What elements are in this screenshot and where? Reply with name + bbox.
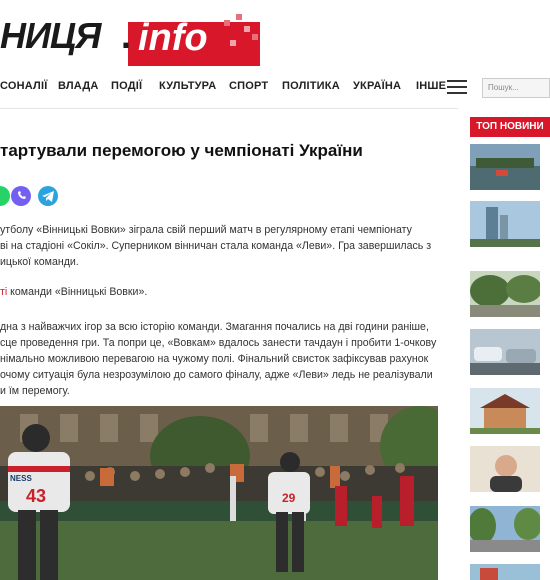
logo-pixel: [244, 26, 250, 32]
nav-item-vlada[interactable]: ВЛАДА: [58, 80, 99, 92]
search-input[interactable]: Пошук...: [482, 78, 550, 98]
news-thumb-portrait[interactable]: [470, 446, 540, 492]
logo-text: НИЦЯ: [0, 15, 101, 56]
paragraph-text: команди «Вінницькі Вовки».: [7, 286, 148, 298]
logo-pixel: [230, 40, 236, 46]
paragraph-line: сце проведення гри. Та попри це, «Вовкам…: [0, 337, 437, 349]
paragraph-line: утболу «Вінницькі Вовки» зіграла свій пе…: [0, 224, 412, 236]
nav-item-polityka[interactable]: ПОЛІТИКА: [282, 80, 340, 92]
news-thumb-river[interactable]: [470, 144, 540, 190]
nav-item-kultura[interactable]: КУЛЬТУРА: [159, 80, 216, 92]
jersey-number-left: 43: [26, 486, 46, 506]
news-thumb-house[interactable]: [470, 388, 540, 434]
menu-icon[interactable]: [447, 80, 467, 95]
logo-info-text: info: [138, 17, 208, 59]
logo-pixel: [236, 14, 242, 20]
article-paragraph-1: утболу «Вінницькі Вовки» зіграла свій пе…: [0, 222, 452, 270]
site-logo[interactable]: НИЦЯ . info: [0, 10, 265, 66]
jersey-banner-text: NESS: [10, 474, 32, 483]
news-thumb-building[interactable]: [470, 564, 540, 580]
nav-item-ukraina[interactable]: УКРАЇНА: [353, 80, 401, 92]
whatsapp-share-icon[interactable]: [0, 186, 10, 206]
article-title: тартували перемогою у чемпіонаті України: [0, 141, 363, 160]
main-nav: СОНАЛІЇ ВЛАДА ПОДІЇ КУЛЬТУРА СПОРТ ПОЛІТ…: [0, 72, 550, 102]
nav-divider: [0, 108, 458, 109]
logo-pixel: [224, 20, 230, 26]
logo-pixel: [252, 34, 258, 40]
news-thumb-park[interactable]: [470, 271, 540, 317]
news-thumb-cars[interactable]: [470, 329, 540, 375]
viber-share-icon[interactable]: [11, 186, 31, 206]
paragraph-line: німально можливою перевагою на чужому по…: [0, 353, 429, 365]
jersey-number-right: 29: [282, 491, 296, 505]
nav-item-personalities[interactable]: СОНАЛІЇ: [0, 80, 47, 92]
nav-item-sport[interactable]: СПОРТ: [229, 80, 268, 92]
article-hero-image[interactable]: 43 NESS 29: [0, 406, 438, 580]
article-paragraph-3: дна з найважчих ігор за всю історію кома…: [0, 319, 452, 399]
article-paragraph-2: ті команди «Вінницькі Вовки».: [0, 284, 452, 300]
paragraph-line: и їм перемогу.: [0, 385, 70, 397]
telegram-share-icon[interactable]: [38, 186, 58, 206]
news-thumb-tower[interactable]: [470, 201, 540, 247]
paragraph-line: ві на стадіоні «Сокіл». Суперником вінни…: [0, 240, 432, 252]
news-thumb-street[interactable]: [470, 506, 540, 552]
paragraph-line: ицької команди.: [0, 256, 79, 268]
nav-item-podii[interactable]: ПОДІЇ: [111, 80, 142, 92]
logo-dot: .: [121, 15, 132, 56]
paragraph-line: дна з найважчих ігор за всю історію кома…: [0, 321, 429, 333]
top-news-header[interactable]: ТОП НОВИНИ: [470, 117, 550, 137]
nav-item-inshe[interactable]: ІНШЕ: [416, 80, 446, 92]
paragraph-line: очому ситуація була незрозумілою до само…: [0, 369, 433, 381]
